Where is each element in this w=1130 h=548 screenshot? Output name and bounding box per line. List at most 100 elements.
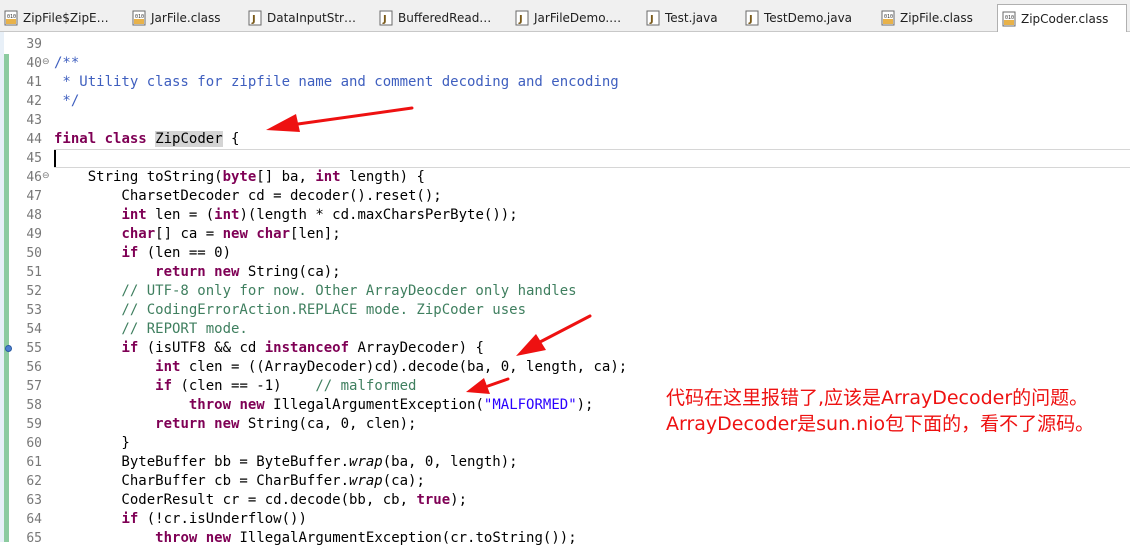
tab-label: ZipFile.class bbox=[900, 11, 973, 25]
code-token: (ca); bbox=[382, 473, 425, 489]
code-token: */ bbox=[54, 93, 80, 109]
code-text[interactable]: int len = (int)(length * cd.maxCharsPerB… bbox=[54, 206, 517, 225]
code-text[interactable]: // REPORT mode. bbox=[54, 320, 247, 339]
code-token: [] ca = bbox=[155, 226, 223, 242]
code-text[interactable]: return new String(ca, 0, clen); bbox=[54, 415, 416, 434]
code-token: CoderResult cr = cd.decode(bb, cb, bbox=[54, 492, 417, 508]
code-line[interactable]: 50 if (len == 0) bbox=[0, 244, 1130, 263]
code-text[interactable]: if (len == 0) bbox=[54, 244, 231, 263]
code-token: if bbox=[121, 511, 139, 527]
code-text[interactable]: throw new IllegalArgumentException(cr.to… bbox=[54, 529, 576, 548]
class-file-icon: 010 bbox=[1002, 11, 1016, 26]
tab-8[interactable]: 010 ZipCoder.class bbox=[997, 4, 1127, 32]
tab-1[interactable]: 010 JarFile.class bbox=[132, 5, 244, 31]
code-token: int bbox=[155, 359, 181, 375]
tab-5[interactable]: J Test.java bbox=[646, 5, 742, 31]
code-token: clen = ((ArrayDecoder)cd).decode(ba, 0, … bbox=[180, 359, 628, 375]
code-line[interactable]: 42 */ bbox=[0, 92, 1130, 111]
code-line[interactable]: 48 int len = (int)(length * cd.maxCharsP… bbox=[0, 206, 1130, 225]
tab-3[interactable]: J BufferedRead… bbox=[379, 5, 509, 31]
code-token: return bbox=[155, 264, 206, 280]
line-number: 58 bbox=[26, 398, 42, 413]
code-text[interactable]: throw new IllegalArgumentException("MALF… bbox=[54, 396, 594, 415]
fold-toggle-icon[interactable]: ⊖ bbox=[42, 172, 51, 181]
code-editor[interactable]: 39 40 ⊖/** 41 * Utility class for zipfile n… bbox=[0, 32, 1130, 546]
code-text[interactable]: if (isUTF8 && cd instanceof ArrayDecoder… bbox=[54, 339, 483, 358]
code-token: char bbox=[256, 226, 291, 242]
code-token: throw bbox=[155, 530, 198, 546]
code-text[interactable]: final class ZipCoder { bbox=[54, 130, 239, 149]
code-line[interactable]: 61 ByteBuffer bb = ByteBuffer.wrap(ba, 0… bbox=[0, 453, 1130, 472]
code-text[interactable]: return new String(ca); bbox=[54, 263, 341, 282]
code-line[interactable]: 44 final class ZipCoder { bbox=[0, 130, 1130, 149]
code-line[interactable]: 49 char[] ca = new char[len]; bbox=[0, 225, 1130, 244]
code-token: return bbox=[155, 416, 206, 432]
code-token: String(ca); bbox=[239, 264, 341, 280]
code-line[interactable]: 43 bbox=[0, 111, 1130, 130]
annotation-note: 代码在这里报错了,应该是ArrayDecoder的问题。ArrayDecoder… bbox=[666, 387, 1095, 435]
code-text[interactable]: // UTF-8 only for now. Other ArrayDeocde… bbox=[54, 282, 576, 301]
code-line[interactable]: 65 throw new IllegalArgumentException(cr… bbox=[0, 529, 1130, 548]
code-line[interactable]: 39 bbox=[0, 35, 1130, 54]
code-text[interactable]: // CodingErrorAction.REPLACE mode. ZipCo… bbox=[54, 301, 526, 320]
tab-4[interactable]: J JarFileDemo.… bbox=[515, 5, 641, 31]
code-token: } bbox=[54, 435, 130, 451]
code-line[interactable]: 63 CoderResult cr = cd.decode(bb, cb, tr… bbox=[0, 491, 1130, 510]
code-text[interactable]: if (!cr.isUnderflow()) bbox=[54, 510, 306, 529]
code-token: new bbox=[214, 416, 240, 432]
code-token: (clen == -1) bbox=[172, 378, 316, 394]
code-line[interactable]: 54 // REPORT mode. bbox=[0, 320, 1130, 339]
tab-0[interactable]: 010 ZipFile$ZipE… bbox=[4, 5, 126, 31]
tab-6[interactable]: J TestDemo.java bbox=[745, 5, 875, 31]
code-line[interactable]: 45 bbox=[0, 149, 1130, 168]
occurrence-marker-icon[interactable] bbox=[5, 345, 12, 352]
code-line[interactable]: 47 CharsetDecoder cd = decoder().reset()… bbox=[0, 187, 1130, 206]
code-line[interactable]: 40 ⊖/** bbox=[0, 54, 1130, 73]
code-text[interactable]: } bbox=[54, 434, 130, 453]
code-line[interactable]: 64 if (!cr.isUnderflow()) bbox=[0, 510, 1130, 529]
code-text[interactable]: * Utility class for zipfile name and com… bbox=[54, 73, 618, 92]
java-file-icon: J bbox=[379, 10, 393, 26]
code-text[interactable]: ByteBuffer bb = ByteBuffer.wrap(ba, 0, l… bbox=[54, 453, 517, 472]
code-token: int bbox=[315, 169, 341, 185]
code-line[interactable]: 51 return new String(ca); bbox=[0, 263, 1130, 282]
code-line[interactable]: 62 CharBuffer cb = CharBuffer.wrap(ca); bbox=[0, 472, 1130, 491]
tab-label: ZipCoder.class bbox=[1021, 11, 1109, 26]
code-token: if bbox=[121, 245, 139, 261]
line-number: 59 bbox=[26, 417, 42, 432]
code-token: // CodingErrorAction.REPLACE mode. ZipCo… bbox=[54, 302, 527, 318]
code-token: wrap bbox=[349, 454, 383, 470]
code-line[interactable]: 53 // CodingErrorAction.REPLACE mode. Zi… bbox=[0, 301, 1130, 320]
code-line[interactable]: 56 int clen = ((ArrayDecoder)cd).decode(… bbox=[0, 358, 1130, 377]
tab-2[interactable]: J DataInputStr… bbox=[248, 5, 374, 31]
code-text[interactable]: char[] ca = new char[len]; bbox=[54, 225, 340, 244]
code-token: ); bbox=[450, 492, 468, 508]
code-text[interactable]: if (clen == -1) // malformed bbox=[54, 377, 416, 396]
code-text[interactable]: String toString(byte[] ba, int length) { bbox=[54, 168, 425, 187]
line-number: 45 bbox=[26, 151, 42, 166]
fold-toggle-icon[interactable]: ⊖ bbox=[42, 58, 51, 67]
code-text[interactable]: CoderResult cr = cd.decode(bb, cb, true)… bbox=[54, 491, 467, 510]
java-file-icon: J bbox=[745, 10, 759, 26]
code-text[interactable]: */ bbox=[54, 92, 79, 111]
current-line-highlight bbox=[54, 149, 1130, 168]
code-line[interactable]: 55 if (isUTF8 && cd instanceof ArrayDeco… bbox=[0, 339, 1130, 358]
code-token: int bbox=[121, 207, 147, 223]
code-text[interactable]: CharBuffer cb = CharBuffer.wrap(ca); bbox=[54, 472, 425, 491]
tab-7[interactable]: 010 ZipFile.class bbox=[881, 5, 993, 31]
tab-label: BufferedRead… bbox=[398, 11, 492, 25]
svg-text:010: 010 bbox=[7, 14, 16, 20]
line-number: 54 bbox=[26, 322, 42, 337]
code-text[interactable]: int clen = ((ArrayDecoder)cd).decode(ba,… bbox=[54, 358, 627, 377]
line-number: 64 bbox=[26, 512, 42, 527]
code-text[interactable]: CharsetDecoder cd = decoder().reset(); bbox=[54, 187, 441, 206]
code-line[interactable]: 52 // UTF-8 only for now. Other ArrayDeo… bbox=[0, 282, 1130, 301]
code-text[interactable]: /** bbox=[54, 54, 79, 73]
code-line[interactable]: 46 ⊖ String toString(byte[] ba, int lengt… bbox=[0, 168, 1130, 187]
code-line[interactable]: 41 * Utility class for zipfile name and … bbox=[0, 73, 1130, 92]
